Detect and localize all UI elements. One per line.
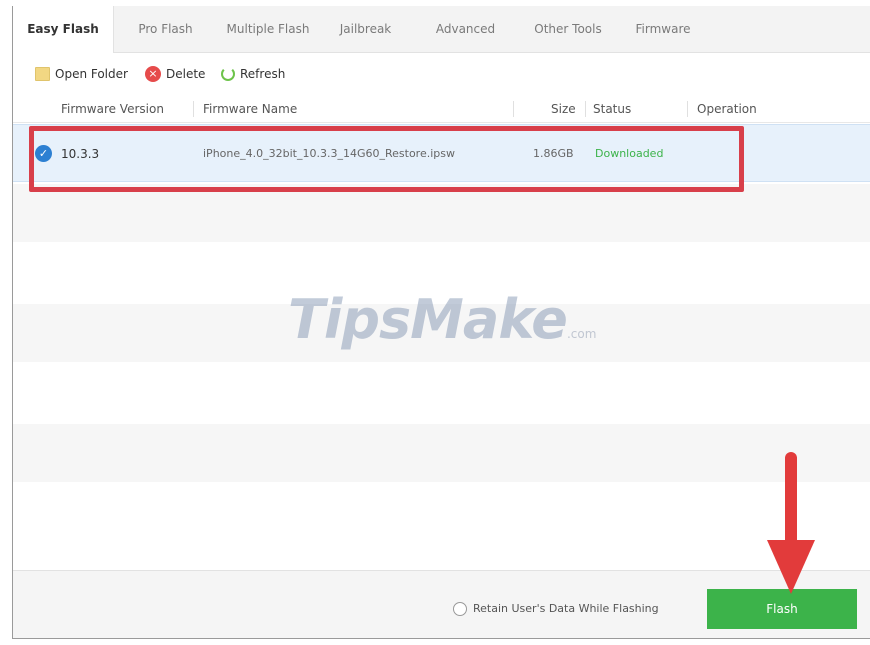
column-separator [585, 101, 586, 117]
watermark-suffix: .com [566, 327, 597, 341]
column-firmware-name[interactable]: Firmware Name [203, 96, 297, 122]
table-header: Firmware Version Firmware Name Size Stat… [13, 96, 870, 123]
annotation-highlight-box [29, 126, 744, 192]
app-window: Easy Flash Pro Flash Multiple Flash Jail… [12, 6, 870, 639]
empty-row [13, 364, 870, 422]
delete-button[interactable]: × Delete [145, 64, 205, 84]
open-folder-button[interactable]: Open Folder [35, 64, 128, 84]
tab-firmware[interactable]: Firmware [618, 6, 708, 52]
empty-row [13, 424, 870, 482]
tab-pro-flash[interactable]: Pro Flash [113, 6, 218, 52]
footer-bar: Retain User's Data While Flashing Flash [13, 570, 870, 638]
tab-other-tools[interactable]: Other Tools [518, 6, 618, 52]
toolbar: Open Folder × Delete Refresh [13, 60, 870, 88]
retain-data-radio[interactable] [453, 602, 467, 616]
column-operation[interactable]: Operation [697, 96, 757, 122]
refresh-label: Refresh [240, 67, 286, 81]
delete-icon: × [145, 66, 161, 82]
column-separator [513, 101, 514, 117]
arrow-down-icon [767, 540, 815, 594]
column-separator [687, 101, 688, 117]
refresh-button[interactable]: Refresh [221, 64, 285, 84]
tab-advanced[interactable]: Advanced [413, 6, 518, 52]
refresh-icon [221, 67, 235, 81]
tab-multiple-flash[interactable]: Multiple Flash [218, 6, 318, 52]
annotation-arrow-shaft [785, 452, 797, 552]
empty-row [13, 484, 870, 570]
column-firmware-version[interactable]: Firmware Version [61, 96, 164, 122]
watermark-text: TipsMake [288, 288, 568, 351]
folder-icon [35, 67, 50, 81]
open-folder-label: Open Folder [55, 67, 128, 81]
tab-jailbreak[interactable]: Jailbreak [318, 6, 413, 52]
delete-label: Delete [166, 67, 206, 81]
retain-data-label[interactable]: Retain User's Data While Flashing [473, 601, 659, 617]
watermark: TipsMake.com [288, 288, 628, 358]
tab-easy-flash[interactable]: Easy Flash [13, 6, 114, 53]
flash-button[interactable]: Flash [707, 589, 857, 629]
column-separator [193, 101, 194, 117]
column-size[interactable]: Size [551, 96, 576, 122]
column-status[interactable]: Status [593, 96, 631, 122]
tab-bar: Easy Flash Pro Flash Multiple Flash Jail… [13, 6, 870, 53]
empty-row [13, 184, 870, 242]
